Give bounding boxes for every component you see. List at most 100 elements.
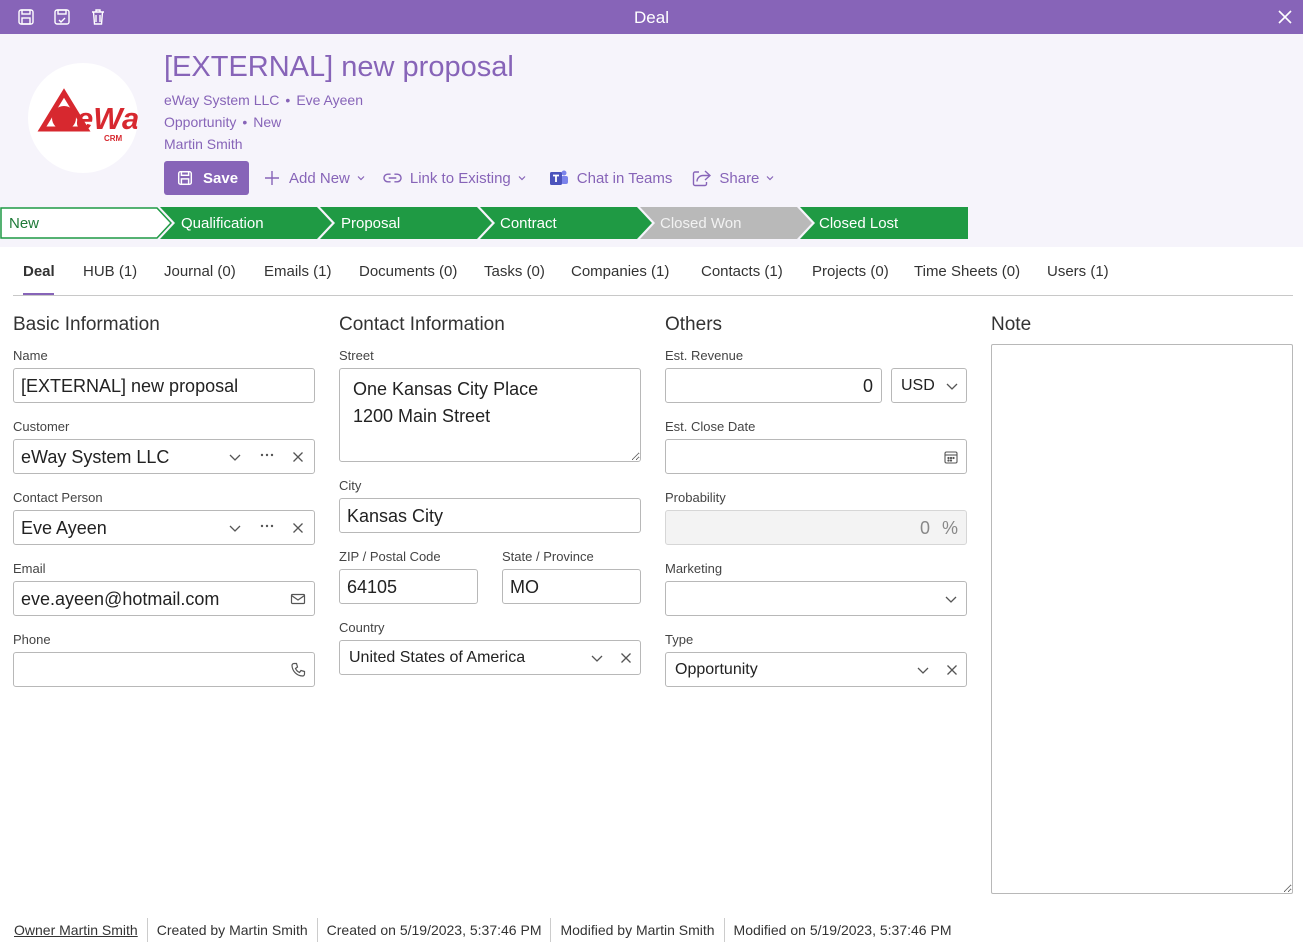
name-input[interactable]: [EXTERNAL] new proposal	[13, 368, 315, 403]
chevron-down-icon	[518, 176, 526, 181]
tab-hub[interactable]: HUB (1)	[83, 263, 137, 280]
tab-companies[interactable]: Companies (1)	[571, 263, 669, 280]
note-textarea[interactable]	[991, 344, 1293, 894]
stage-label-new[interactable]: New	[9, 215, 39, 232]
company-logo: eWay CRM	[28, 63, 138, 173]
clear-icon[interactable]	[290, 520, 306, 536]
chevron-down-icon	[766, 176, 774, 181]
teams-icon	[549, 170, 568, 185]
phone-label: Phone	[13, 632, 51, 647]
email-label: Email	[13, 561, 46, 576]
share-icon	[693, 170, 712, 187]
plus-icon	[265, 171, 279, 185]
record-footer: Owner Martin Smith Created by Martin Smi…	[14, 918, 951, 942]
est-close-date-input[interactable]	[665, 439, 967, 474]
est-close-date-label: Est. Close Date	[665, 419, 756, 434]
deal-type: Opportunity	[164, 114, 237, 130]
type-select[interactable]: Opportunity	[665, 652, 967, 687]
toolbar: Save Add New Link to Existing Chat in Te…	[164, 161, 775, 195]
marketing-label: Marketing	[665, 561, 723, 576]
tab-users[interactable]: Users (1)	[1047, 263, 1109, 280]
country-select[interactable]: United States of America	[339, 640, 641, 675]
phone-field[interactable]	[13, 652, 315, 687]
deal-status: New	[253, 114, 282, 130]
logo-subtext: CRM	[104, 134, 123, 143]
deal-type-status: Opportunity • New	[164, 114, 282, 130]
est-revenue-input[interactable]: 0	[665, 368, 882, 403]
chevron-down-icon[interactable]	[915, 662, 931, 678]
contact-person-label: Contact Person	[13, 490, 103, 505]
created-on: Created on 5/19/2023, 5:37:46 PM	[326, 922, 542, 938]
clear-icon[interactable]	[290, 449, 306, 465]
tab-contacts[interactable]: Contacts (1)	[701, 263, 783, 280]
deal-company[interactable]: eWay System LLC	[164, 92, 279, 108]
window-titlebar: Deal	[0, 0, 1303, 34]
tab-bar: Deal HUB (1) Journal (0) Emails (1) Docu…	[13, 247, 1293, 296]
more-options-icon[interactable]	[259, 449, 275, 465]
save-button[interactable]: Save	[164, 161, 249, 195]
add-new-button[interactable]: Add New	[263, 169, 366, 187]
deal-owner[interactable]: Martin Smith	[164, 136, 243, 152]
type-label: Type	[665, 632, 694, 647]
envelope-icon[interactable]	[290, 591, 306, 607]
chat-in-teams-button[interactable]: Chat in Teams	[549, 169, 672, 188]
save-icon	[177, 170, 193, 186]
chevron-down-icon[interactable]	[227, 449, 243, 465]
deal-title: [EXTERNAL] new proposal	[164, 51, 514, 83]
phone-icon[interactable]	[290, 662, 306, 678]
clear-icon[interactable]	[618, 650, 634, 666]
state-label: State / Province	[502, 549, 594, 564]
probability-label: Probability	[665, 490, 726, 505]
est-revenue-label: Est. Revenue	[665, 348, 744, 363]
tab-journal[interactable]: Journal (0)	[164, 263, 236, 280]
contact-person-lookup[interactable]: Eve Ayeen	[13, 510, 315, 545]
tab-projects[interactable]: Projects (0)	[812, 263, 889, 280]
owner-link[interactable]: Owner Martin Smith	[14, 922, 138, 938]
calendar-icon[interactable]	[943, 449, 959, 465]
link-to-existing-button[interactable]: Link to Existing	[383, 169, 527, 187]
chevron-down-icon[interactable]	[227, 520, 243, 536]
deal-contact[interactable]: Eve Ayeen	[296, 92, 363, 108]
zip-label: ZIP / Postal Code	[339, 549, 441, 564]
street-label: Street	[339, 348, 374, 363]
others-heading: Others	[665, 314, 723, 335]
email-field[interactable]: eve.ayeen@hotmail.com	[13, 581, 315, 616]
state-input[interactable]: MO	[502, 569, 641, 604]
city-label: City	[339, 478, 362, 493]
tab-emails[interactable]: Emails (1)	[264, 263, 332, 280]
tab-tasks[interactable]: Tasks (0)	[484, 263, 545, 280]
tab-documents[interactable]: Documents (0)	[359, 263, 457, 280]
logo-text: eWay	[76, 101, 138, 136]
chevron-down-icon[interactable]	[589, 650, 605, 666]
customer-label: Customer	[13, 419, 70, 434]
street-textarea[interactable]: One Kansas City Place 1200 Main Street	[339, 368, 641, 462]
modified-on: Modified on 5/19/2023, 5:37:46 PM	[733, 922, 952, 938]
more-options-icon[interactable]	[259, 520, 275, 536]
probability-input: 0 %	[665, 510, 967, 545]
stage-label-contract[interactable]: Contract	[500, 215, 557, 232]
stage-label-closed-won[interactable]: Closed Won	[660, 215, 741, 232]
created-by: Created by Martin Smith	[156, 922, 308, 938]
clear-icon[interactable]	[944, 662, 960, 678]
customer-lookup[interactable]: eWay System LLC	[13, 439, 315, 474]
marketing-select[interactable]	[665, 581, 967, 616]
tab-deal[interactable]: Deal	[23, 263, 55, 280]
currency-select[interactable]: USD	[891, 368, 967, 403]
stage-label-qualification[interactable]: Qualification	[181, 215, 264, 232]
deal-company-contact: eWay System LLC • Eve Ayeen	[164, 92, 363, 108]
zip-input[interactable]: 64105	[339, 569, 478, 604]
basic-information-heading: Basic Information	[13, 314, 160, 335]
country-label: Country	[339, 620, 385, 635]
share-button[interactable]: Share	[692, 169, 775, 187]
note-heading: Note	[991, 314, 1032, 335]
close-icon[interactable]	[1273, 5, 1297, 29]
active-tab-indicator	[23, 293, 54, 295]
modified-by: Modified by Martin Smith	[560, 922, 715, 938]
stage-label-closed-lost[interactable]: Closed Lost	[819, 215, 898, 232]
city-input[interactable]: Kansas City	[339, 498, 641, 533]
contact-information-heading: Contact Information	[339, 314, 505, 335]
tab-time-sheets[interactable]: Time Sheets (0)	[914, 263, 1020, 280]
chevron-down-icon[interactable]	[943, 591, 959, 607]
chevron-down-icon[interactable]	[944, 378, 960, 394]
stage-label-proposal[interactable]: Proposal	[341, 215, 400, 232]
